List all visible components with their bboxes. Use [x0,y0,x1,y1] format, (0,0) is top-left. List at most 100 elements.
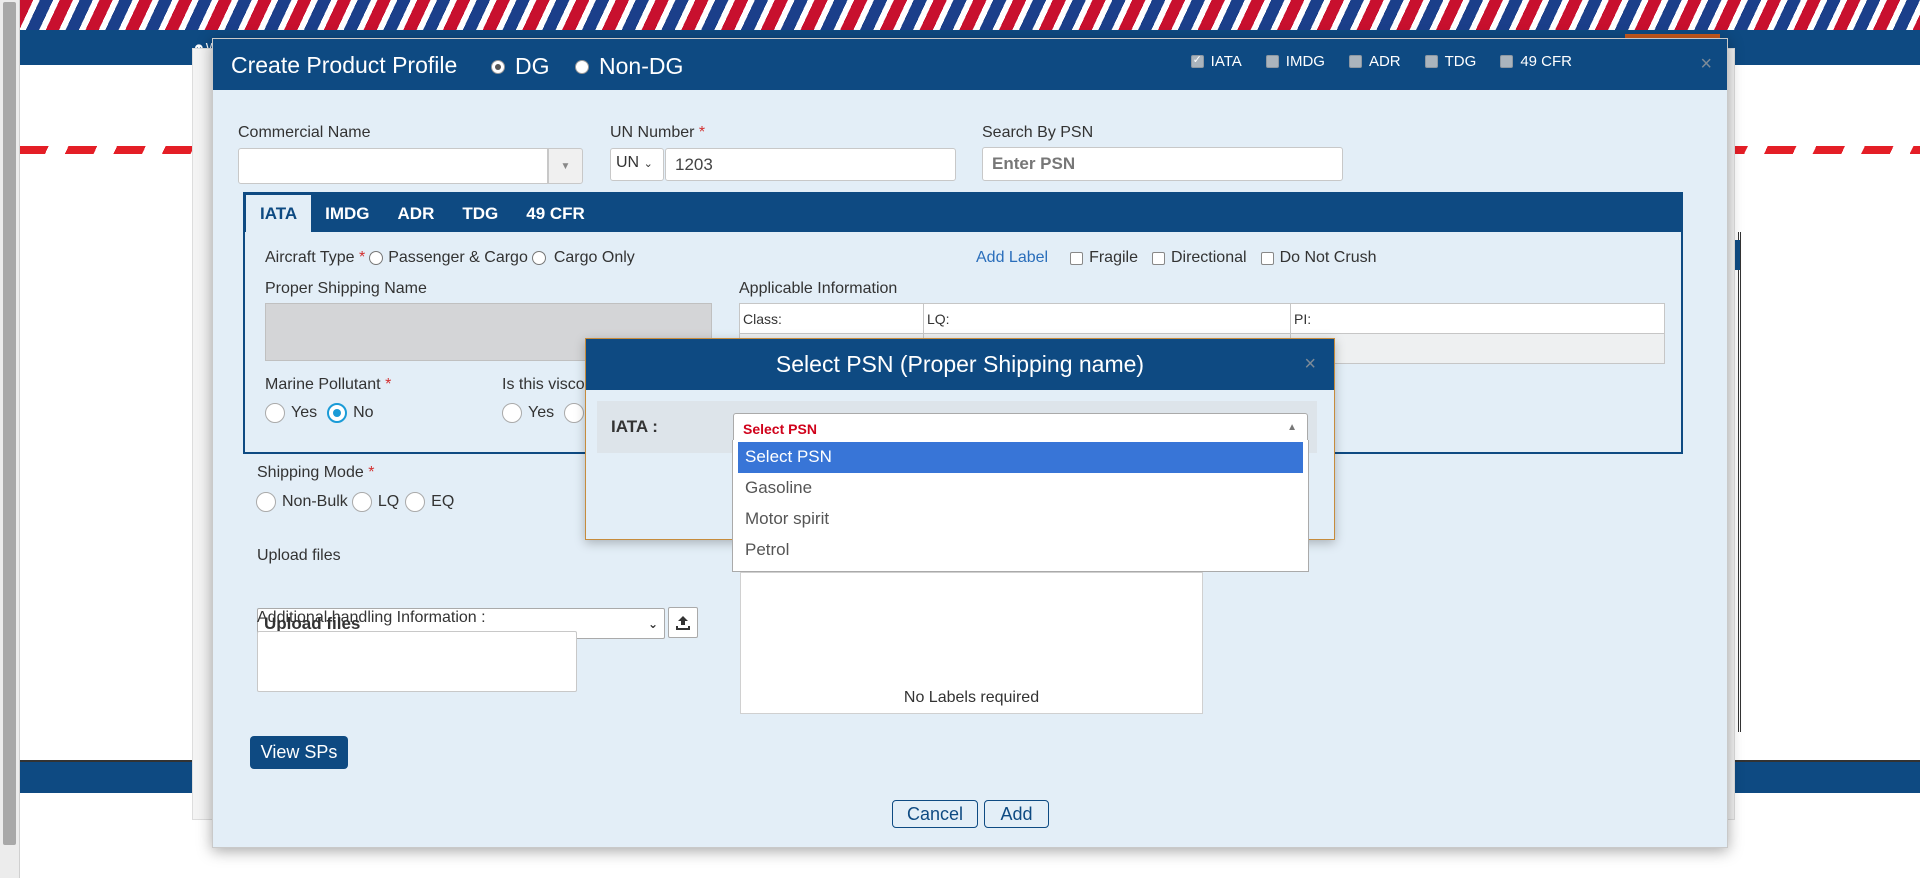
search-psn-label: Search By PSN [982,124,1094,141]
imdg-checkbox[interactable]: IMDG [1265,53,1325,70]
marine-yes-label: Yes [291,404,318,421]
add-button[interactable]: Add [984,800,1049,828]
tab-imdg[interactable]: IMDG [311,195,383,232]
adr-checkbox[interactable]: ADR [1348,53,1401,70]
dg-radio-label: DG [515,53,550,79]
label-options-row: Add Label Fragile Directional Do Not Cru… [976,249,1376,267]
psn-select[interactable]: Select PSN ▲ [733,413,1308,443]
cargo-only-radio[interactable] [531,251,546,265]
no-labels-text: No Labels required [903,689,1040,706]
lq-cell: LQ: [923,303,1291,334]
psn-option[interactable]: Select PSN [738,442,1303,473]
modal-close-icon[interactable]: × [1700,53,1712,76]
eq-radio[interactable] [405,492,426,512]
labels-preview-box: No Labels required [740,572,1203,714]
tdg-checkbox-label: TDG [1444,53,1477,70]
lq-radio[interactable] [351,492,372,512]
aircraft-type-label: Aircraft Type [265,249,355,266]
tdg-checkbox[interactable]: TDG [1424,53,1477,70]
fragile-label: Fragile [1089,249,1138,266]
modal-header: Create Product Profile DG Non-DG IATA IM… [213,39,1727,90]
cfr-checkbox[interactable]: 49 CFR [1500,53,1572,70]
psn-dialog-close-icon[interactable]: × [1304,353,1316,376]
un-prefix-select[interactable]: UN ⌄ [610,148,664,181]
tab-adr[interactable]: ADR [384,195,449,232]
tdg-checkbox-box[interactable] [1424,55,1438,68]
lq-label: LQ [377,493,400,510]
non-dg-radio[interactable]: Non-DG [575,53,683,80]
psn-dialog-title: Select PSN (Proper Shipping name) [775,351,1145,377]
non-dg-radio-label: Non-DG [599,53,684,79]
class-cell: Class: [739,303,924,334]
dg-radio-dot[interactable] [491,59,505,74]
psn-option[interactable]: Motor spirit [738,504,1303,535]
psn-dialog-header: Select PSN (Proper Shipping name) × [586,339,1334,390]
marine-no-label: No [353,404,374,421]
shipping-mode-options: Non-Bulk LQ EQ [256,492,454,512]
add-label-link[interactable]: Add Label [976,249,1048,267]
tab-tdg[interactable]: TDG [448,195,512,232]
viscous-yes-label: Yes [528,404,555,421]
iata-checkbox-box[interactable] [1190,53,1204,68]
shipping-mode-label: Shipping Mode [257,464,364,481]
dg-radio[interactable]: DG [491,53,550,80]
wt-cell: Wt: [1290,333,1665,364]
cancel-button[interactable]: Cancel [892,800,978,828]
un-number-label-text: UN Number [610,124,695,141]
search-psn-input[interactable]: Enter PSN [982,147,1343,181]
adr-checkbox-box[interactable] [1348,55,1362,68]
marine-yes-radio[interactable] [265,403,285,423]
non-dg-radio-dot[interactable] [575,59,589,74]
background-panel-accent [1735,240,1740,270]
commercial-name-input[interactable] [238,148,548,184]
chevron-down-icon: ⌄ [647,616,658,631]
viscous-yes-radio[interactable] [502,403,522,423]
upload-button[interactable] [668,607,698,638]
cfr-checkbox-box[interactable] [1500,55,1514,68]
imdg-checkbox-box[interactable] [1265,55,1279,68]
regulation-tabs: IATA IMDG ADR TDG 49 CFR [243,192,1683,232]
viscous-no-radio[interactable] [564,403,585,423]
background-panel-edge [1737,232,1741,732]
do-not-crush-checkbox[interactable] [1260,251,1274,265]
marine-no-radio[interactable] [327,403,348,423]
upload-icon [676,615,690,630]
directional-checkbox[interactable] [1151,251,1165,265]
fragile-checkbox[interactable] [1070,251,1084,265]
passenger-cargo-label: Passenger & Cargo [388,249,528,266]
page-scrollbar[interactable] [0,0,20,878]
marine-pollutant-options: Yes No [265,403,374,423]
psn-select-value: Select PSN [743,421,817,437]
required-mark: * [368,464,375,481]
non-bulk-label: Non-Bulk [282,493,348,510]
upload-files-label: Upload files [257,547,341,564]
viscous-label: Is this visco [502,376,585,393]
un-number-input[interactable]: 1203 [665,148,956,181]
tab-iata[interactable]: IATA [246,195,312,232]
chevron-down-icon: ▼ [560,160,571,172]
required-mark: * [385,376,392,393]
scrollbar-thumb[interactable] [3,2,16,845]
iata-checkbox-label: IATA [1210,53,1242,70]
non-bulk-radio[interactable] [256,492,276,512]
cargo-only-label: Cargo Only [553,249,635,266]
do-not-crush-label: Do Not Crush [1279,249,1377,266]
chevron-up-icon: ▲ [1287,422,1297,433]
view-sps-button[interactable]: View SPs [250,736,348,769]
eq-label: EQ [431,493,455,510]
tab-49cfr[interactable]: 49 CFR [512,195,599,232]
chevron-down-icon: ⌄ [643,158,653,170]
passenger-cargo-radio[interactable] [369,251,384,265]
iata-checkbox[interactable]: IATA [1190,53,1242,70]
additional-info-textarea[interactable] [257,631,577,692]
regulation-checkboxes: IATA IMDG ADR TDG 49 CFR [1190,53,1572,70]
required-mark: * [698,124,706,141]
required-mark: * [358,249,366,266]
imdg-checkbox-label: IMDG [1285,53,1325,70]
psn-option[interactable]: Petrol [738,535,1303,566]
marine-pollutant-label-row: Marine Pollutant * [265,376,391,394]
un-prefix-value: UN [616,154,640,171]
cfr-checkbox-label: 49 CFR [1520,53,1572,70]
psn-option[interactable]: Gasoline [738,473,1303,504]
commercial-name-dropdown[interactable]: ▼ [548,148,583,184]
